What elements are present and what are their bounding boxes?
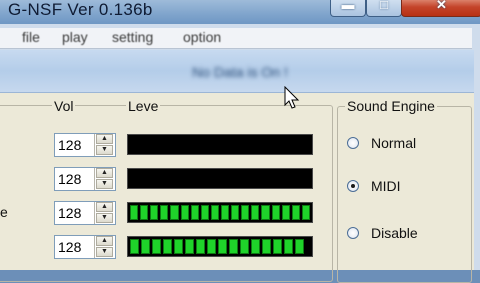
sound-engine-group [337, 106, 472, 283]
level-segment [261, 205, 270, 220]
volume-spinner[interactable]: 128 ▲ ▼ [54, 235, 116, 259]
level-segment [141, 239, 150, 254]
level-segment [210, 205, 219, 220]
close-button[interactable]: ✕ [401, 0, 480, 17]
level-segment [160, 205, 169, 220]
status-text: No Data is On ! [192, 64, 288, 80]
level-meter [127, 236, 313, 257]
level-segment [152, 239, 161, 254]
level-segment [271, 205, 280, 220]
maximize-button[interactable]: □ [366, 0, 402, 17]
maximize-icon: □ [380, 0, 388, 12]
level-segment [229, 239, 238, 254]
level-segment [251, 205, 260, 220]
menu-play[interactable]: play [62, 29, 88, 45]
spin-down-icon[interactable]: ▼ [96, 179, 113, 189]
menu-bar: file play setting option [0, 28, 472, 49]
level-segment [150, 205, 159, 220]
level-segment [295, 239, 304, 254]
spin-up-icon[interactable]: ▲ [96, 134, 113, 144]
level-segment [200, 205, 209, 220]
close-icon: ✕ [436, 0, 447, 12]
menu-setting[interactable]: setting [112, 29, 153, 45]
window-title: G-NSF Ver 0.136b [8, 0, 153, 19]
level-segment [262, 239, 271, 254]
level-segment [281, 205, 290, 220]
status-strip: No Data is On ! [0, 50, 474, 93]
vol-header: Vol [52, 98, 76, 114]
radio-disable[interactable] [347, 227, 359, 239]
level-segment [207, 239, 216, 254]
menu-option[interactable]: option [183, 29, 221, 45]
level-segment [130, 205, 139, 220]
spin-up-icon[interactable]: ▲ [96, 202, 113, 212]
title-bar: G-NSF Ver 0.136b ▬ □ ✕ [0, 0, 480, 24]
level-segment [301, 205, 310, 220]
level-segment [231, 205, 240, 220]
cropped-label: e [0, 204, 8, 220]
level-segment [130, 239, 139, 254]
sound-engine-label: Sound Engine [345, 98, 437, 114]
spin-down-icon[interactable]: ▼ [96, 213, 113, 223]
volume-value: 128 [58, 239, 82, 255]
level-meter [127, 134, 313, 155]
level-segment [170, 205, 179, 220]
level-segment [196, 239, 205, 254]
spin-up-icon[interactable]: ▲ [96, 168, 113, 178]
level-segment [291, 205, 300, 220]
level-segment [273, 239, 282, 254]
radio-midi-label[interactable]: MIDI [371, 178, 401, 194]
radio-disable-label[interactable]: Disable [371, 225, 418, 241]
minimize-button[interactable]: ▬ [330, 0, 366, 17]
volume-spinner[interactable]: 128 ▲ ▼ [54, 201, 116, 225]
level-meter [127, 202, 313, 223]
level-segment [180, 205, 189, 220]
volume-value: 128 [58, 137, 82, 153]
spin-down-icon[interactable]: ▼ [96, 247, 113, 257]
level-segment [140, 205, 149, 220]
spin-up-icon[interactable]: ▲ [96, 236, 113, 246]
spin-down-icon[interactable]: ▼ [96, 145, 113, 155]
volume-value: 128 [58, 205, 82, 221]
level-segment [220, 205, 230, 220]
volume-spinner[interactable]: 128 ▲ ▼ [54, 133, 116, 157]
level-meter [127, 168, 313, 189]
mouse-cursor-icon [284, 86, 300, 109]
level-segment [185, 239, 194, 254]
volume-spinner[interactable]: 128 ▲ ▼ [54, 167, 116, 191]
level-header: Leve [126, 98, 161, 114]
minimize-icon: ▬ [341, 0, 355, 12]
level-segment [241, 205, 250, 220]
level-segment [218, 239, 227, 254]
radio-normal-label[interactable]: Normal [371, 135, 416, 151]
level-segment [251, 239, 260, 254]
level-segment [163, 239, 172, 254]
radio-midi[interactable] [347, 180, 359, 192]
radio-normal[interactable] [347, 137, 359, 149]
volume-value: 128 [58, 171, 82, 187]
level-segment [284, 239, 293, 254]
menu-file[interactable]: file [22, 29, 40, 45]
level-segment [190, 205, 199, 220]
level-segment [240, 239, 249, 254]
level-segment [174, 239, 183, 254]
